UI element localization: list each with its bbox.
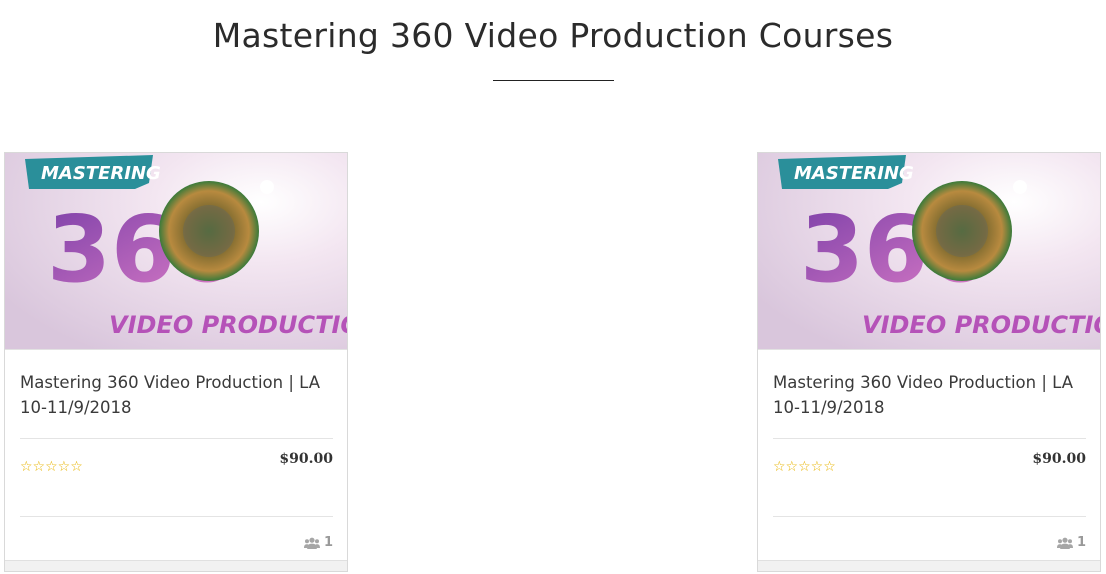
thumbnail-word-bottom: VIDEO PRODUCTION: [862, 311, 1100, 339]
section-title: Mastering 360 Video Production Courses: [212, 16, 894, 55]
card-footer: [5, 560, 347, 571]
course-price: $90.00: [1032, 451, 1086, 467]
course-title-link[interactable]: Mastering 360 Video Production | LA 10-1…: [773, 370, 1086, 420]
users-icon: [303, 537, 320, 549]
title-underline: [493, 80, 614, 81]
course-card[interactable]: MASTERING 360 VIDEO PRODUCTION Mastering…: [4, 152, 348, 572]
card-footer: [758, 560, 1100, 571]
student-count: 1: [303, 535, 333, 550]
card-body: Mastering 360 Video Production | LA 10-1…: [5, 350, 347, 571]
course-thumbnail[interactable]: MASTERING 360 VIDEO PRODUCTION: [758, 153, 1100, 350]
thumbnail-word-bottom: VIDEO PRODUCTION: [109, 311, 347, 339]
thumbnail-word-top: MASTERING: [794, 163, 914, 184]
student-count-value: 1: [323, 535, 333, 550]
price-row: ☆☆☆☆☆ $90.00: [20, 439, 333, 498]
price-row: ☆☆☆☆☆ $90.00: [773, 439, 1086, 498]
course-page: Mastering 360 Video Production Courses M…: [0, 0, 1106, 574]
student-count: 1: [1056, 535, 1086, 550]
course-price: $90.00: [279, 451, 333, 467]
course-card[interactable]: MASTERING 360 VIDEO PRODUCTION Mastering…: [757, 152, 1101, 572]
student-count-value: 1: [1076, 535, 1086, 550]
course-title-link[interactable]: Mastering 360 Video Production | LA 10-1…: [20, 370, 333, 420]
course-thumbnail[interactable]: MASTERING 360 VIDEO PRODUCTION: [5, 153, 347, 350]
card-body: Mastering 360 Video Production | LA 10-1…: [758, 350, 1100, 571]
star-rating: ☆☆☆☆☆: [20, 459, 83, 475]
star-rating: ☆☆☆☆☆: [773, 459, 836, 475]
thumbnail-word-top: MASTERING: [41, 163, 161, 184]
users-icon: [1056, 537, 1073, 549]
